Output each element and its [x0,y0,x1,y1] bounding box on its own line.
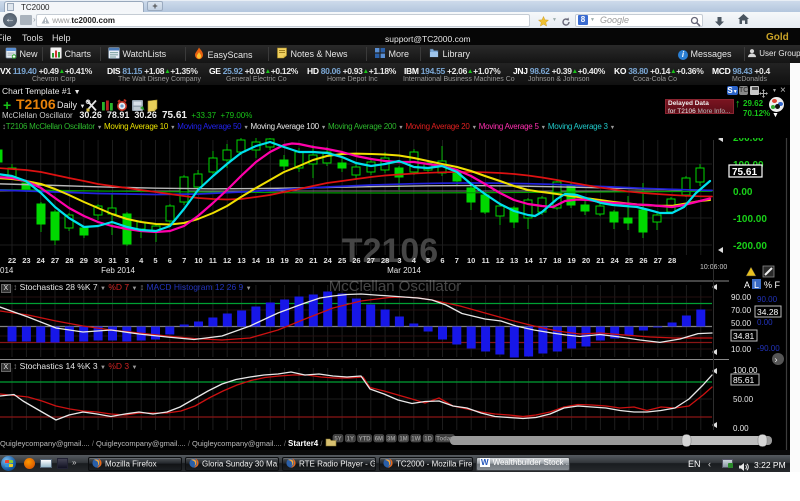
svg-text:Mar 2014: Mar 2014 [387,266,421,275]
svg-text:19: 19 [280,256,288,265]
svg-text:L: L [754,280,759,290]
svg-text:5: 5 [426,256,430,265]
svg-text:0.00: 0.00 [733,187,753,198]
svg-text:6M: 6M [375,437,383,443]
svg-text:200.00: 200.00 [733,138,764,144]
svg-text:17: 17 [539,256,547,265]
svg-text:13: 13 [237,256,245,265]
svg-text:12: 12 [496,256,504,265]
svg-text:0.00: 0.00 [757,318,773,327]
svg-text:14: 14 [524,256,533,265]
svg-text:25: 25 [625,256,633,265]
svg-text:11: 11 [482,256,490,265]
svg-text:50.00: 50.00 [731,319,752,328]
svg-text:12: 12 [223,256,231,265]
svg-text:7: 7 [182,256,186,265]
svg-text:28: 28 [668,256,676,265]
svg-text:28: 28 [381,256,389,265]
svg-text:11: 11 [209,256,217,265]
svg-text:6: 6 [168,256,172,265]
svg-text:29: 29 [80,256,88,265]
svg-text:13: 13 [510,256,518,265]
svg-text:1W: 1W [411,437,420,443]
svg-text:A: A [744,280,750,290]
svg-text:21: 21 [596,256,604,265]
svg-text:70.00: 70.00 [731,306,752,315]
svg-text:% F: % F [764,280,781,290]
svg-text:1Y: 1Y [347,437,354,443]
svg-text:24: 24 [324,256,333,265]
svg-text:›: › [775,355,778,365]
svg-text:26: 26 [639,256,647,265]
svg-text:5: 5 [153,256,157,265]
svg-text:18: 18 [553,256,561,265]
svg-text:24: 24 [37,256,46,265]
svg-text:27: 27 [654,256,662,265]
svg-text:90.00: 90.00 [757,295,778,304]
svg-text:-200.00: -200.00 [733,241,767,252]
svg-text:-90.00: -90.00 [757,344,780,353]
svg-text:0.00: 0.00 [733,424,749,433]
svg-text:YTD: YTD [359,437,372,443]
svg-text:1M: 1M [399,437,407,443]
svg-text:34.81: 34.81 [733,331,755,341]
svg-text:3M: 3M [387,437,395,443]
svg-text:27: 27 [51,256,59,265]
svg-text:10.00: 10.00 [731,345,752,354]
svg-text:3: 3 [397,256,401,265]
svg-text:-100.00: -100.00 [733,214,767,225]
svg-text:22: 22 [8,256,16,265]
svg-text:34.28: 34.28 [757,307,779,317]
svg-text:6: 6 [440,256,444,265]
svg-text:75.61: 75.61 [732,167,757,178]
svg-text:19: 19 [567,256,575,265]
svg-text:23: 23 [22,256,30,265]
svg-text:28: 28 [65,256,73,265]
svg-text:30: 30 [94,256,102,265]
svg-text:014: 014 [0,266,14,275]
svg-text:20: 20 [582,256,590,265]
svg-text:27: 27 [367,256,375,265]
svg-text:10: 10 [194,256,202,265]
svg-text:10: 10 [467,256,475,265]
svg-text:Feb 2014: Feb 2014 [101,266,135,275]
svg-text:25: 25 [338,256,346,265]
svg-text:50.00: 50.00 [733,395,754,404]
svg-text:14: 14 [252,256,261,265]
svg-text:3: 3 [125,256,129,265]
svg-text:18: 18 [266,256,274,265]
svg-text:7: 7 [455,256,459,265]
svg-text:1D: 1D [424,437,432,443]
svg-text:24: 24 [611,256,620,265]
svg-text:90.00: 90.00 [731,293,752,302]
svg-text:20: 20 [295,256,303,265]
svg-text:31: 31 [108,256,116,265]
svg-text:85.61: 85.61 [733,375,755,385]
svg-text:21: 21 [309,256,317,265]
svg-text:26: 26 [352,256,360,265]
